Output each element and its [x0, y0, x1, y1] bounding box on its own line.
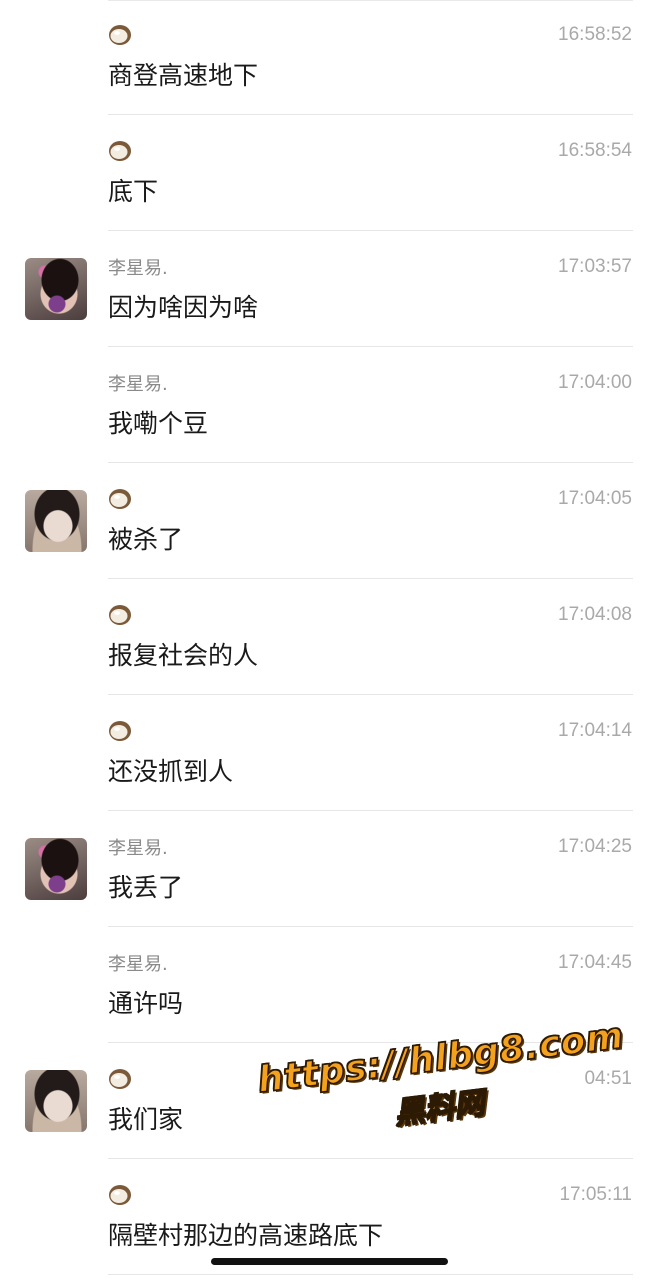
message-text[interactable]: 还没抓到人 [108, 752, 233, 788]
message-time: 17:04:45 [558, 952, 632, 973]
sender[interactable] [108, 139, 132, 163]
sender[interactable]: 李星易. [108, 371, 168, 395]
sender[interactable] [108, 1067, 132, 1091]
coconut-icon [109, 1185, 131, 1205]
message-time: 17:05:11 [559, 1184, 632, 1205]
divider [108, 926, 633, 927]
message-time: 16:58:52 [558, 24, 632, 45]
message-text[interactable]: 报复社会的人 [108, 636, 258, 672]
sender[interactable] [108, 719, 132, 743]
divider [108, 346, 633, 347]
divider [108, 1274, 633, 1275]
message-text[interactable]: 我嘞个豆 [108, 404, 208, 440]
message-time: 17:04:25 [558, 836, 632, 857]
divider [108, 810, 633, 811]
message-text[interactable]: 通许吗 [108, 984, 183, 1020]
message-text[interactable]: 我丢了 [108, 868, 183, 904]
sender[interactable]: 李星易. [108, 835, 168, 859]
sender-name: 李星易. [108, 374, 168, 395]
message-text[interactable]: 因为啥因为啥 [108, 288, 258, 324]
sender[interactable] [108, 487, 132, 511]
message-row[interactable]: 李星易. 17:04:25 我丢了 [0, 812, 659, 927]
sender[interactable] [108, 603, 132, 627]
message-time: 17:04:08 [558, 604, 632, 625]
message-row[interactable]: 17:04:14 还没抓到人 [0, 696, 659, 811]
sender[interactable] [108, 1183, 132, 1207]
message-row[interactable]: 17:04:05 被杀了 [0, 464, 659, 579]
message-time: 17:04:14 [558, 720, 632, 741]
sender[interactable]: 李星易. [108, 255, 168, 279]
message-text[interactable]: 底下 [108, 172, 158, 208]
coconut-icon [109, 605, 131, 625]
sender-name: 李星易. [108, 954, 168, 975]
divider [108, 462, 633, 463]
message-row[interactable]: 17:04:08 报复社会的人 [0, 580, 659, 695]
sender[interactable]: 李星易. [108, 951, 168, 975]
sender[interactable] [108, 23, 132, 47]
avatar-flower-girl[interactable] [25, 838, 87, 900]
avatar-girl[interactable] [25, 1070, 87, 1132]
sender-name: 李星易. [108, 258, 168, 279]
message-time: 17:03:57 [558, 256, 632, 277]
home-indicator[interactable] [211, 1258, 448, 1265]
divider [108, 578, 633, 579]
message-text[interactable]: 被杀了 [108, 520, 183, 556]
coconut-icon [109, 489, 131, 509]
message-row[interactable]: 李星易. 17:03:57 因为啥因为啥 [0, 232, 659, 347]
message-time: 17:04:05 [558, 488, 632, 509]
message-text[interactable]: 隔壁村那边的高速路底下 [108, 1216, 383, 1252]
divider [108, 694, 633, 695]
message-text[interactable]: 我们家 [108, 1100, 183, 1136]
coconut-icon [109, 721, 131, 741]
message-row[interactable]: 李星易. 17:04:00 我嘞个豆 [0, 348, 659, 463]
message-text[interactable]: 商登高速地下 [108, 56, 258, 92]
message-time: 17:04:00 [558, 372, 632, 393]
sender-name: 李星易. [108, 838, 168, 859]
divider [108, 230, 633, 231]
coconut-icon [109, 1069, 131, 1089]
message-time: 16:58:54 [558, 140, 632, 161]
message-row[interactable]: 16:58:52 商登高速地下 [0, 0, 659, 115]
avatar-girl[interactable] [25, 490, 87, 552]
coconut-icon [109, 25, 131, 45]
coconut-icon [109, 141, 131, 161]
avatar-flower-girl[interactable] [25, 258, 87, 320]
divider [108, 114, 633, 115]
message-row[interactable]: 16:58:54 底下 [0, 116, 659, 231]
